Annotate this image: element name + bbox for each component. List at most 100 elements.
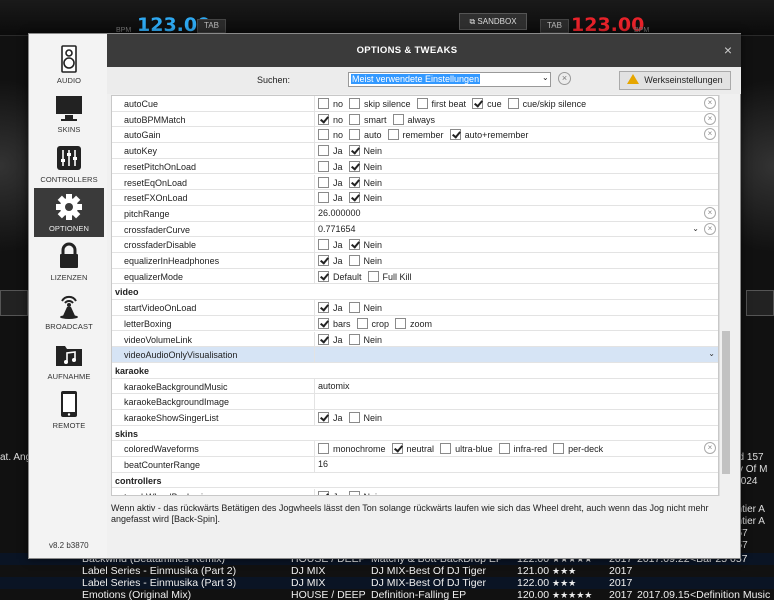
checkbox[interactable] xyxy=(318,270,329,282)
option-bars[interactable]: bars xyxy=(318,317,351,329)
sidebar-item-aufnahme[interactable]: AUFNAHME xyxy=(34,336,104,385)
setting-row[interactable]: coloredWaveforms monochrome neutral ultra-b… xyxy=(112,441,718,458)
left-tab-button[interactable]: TAB xyxy=(197,19,226,33)
setting-value[interactable]: Ja Nein xyxy=(318,145,388,157)
search-clear-icon[interactable]: × xyxy=(558,72,571,85)
sidebar-item-controllers[interactable]: CONTROLLERS xyxy=(34,139,104,188)
setting-value[interactable]: Ja Nein xyxy=(318,302,388,314)
setting-value[interactable]: no smart always xyxy=(318,113,441,125)
track-row[interactable]: Emotions (Original Mix) HOUSE / DEEP Defin… xyxy=(0,589,774,600)
checkbox[interactable] xyxy=(318,160,329,172)
checkbox[interactable] xyxy=(356,317,368,329)
sandbox-button[interactable]: ⧉ SANDBOX xyxy=(459,13,527,30)
option-monochrome[interactable]: monochrome xyxy=(318,443,386,455)
checkbox[interactable] xyxy=(395,317,407,329)
checkbox[interactable] xyxy=(348,160,360,172)
option-ja[interactable]: Ja xyxy=(318,176,343,188)
option-zoom[interactable]: zoom xyxy=(395,317,432,329)
left-deck-button[interactable] xyxy=(0,290,28,316)
reset-icon[interactable]: × xyxy=(704,97,716,109)
option-ja[interactable]: Ja xyxy=(318,412,343,423)
setting-row[interactable]: karaokeShowSingerList Ja Nein xyxy=(112,410,718,426)
option-ja[interactable]: Ja xyxy=(318,192,343,204)
option-cue[interactable]: cue xyxy=(472,98,502,109)
setting-row[interactable]: autoCue no skip silence first beat cue cue/sk… xyxy=(112,96,718,112)
setting-value[interactable]: no auto remember auto+remember xyxy=(318,129,534,141)
chevron-down-icon[interactable]: ⌄ xyxy=(708,349,715,358)
setting-value[interactable]: monochrome neutral ultra-blue infra-red per-… xyxy=(318,443,609,455)
close-icon[interactable]: × xyxy=(724,42,732,58)
option-skip-silence[interactable]: skip silence xyxy=(349,98,411,109)
checkbox[interactable] xyxy=(318,176,329,188)
checkbox[interactable] xyxy=(318,239,329,251)
checkbox[interactable] xyxy=(553,443,565,455)
setting-value[interactable]: Default Full Kill xyxy=(318,270,418,282)
setting-value[interactable]: Ja Nein xyxy=(318,160,388,172)
setting-value[interactable]: Ja Nein xyxy=(318,192,388,204)
option-per-deck[interactable]: per-deck xyxy=(553,443,603,455)
option-auto-remember[interactable]: auto+remember xyxy=(449,129,528,141)
setting-row[interactable]: pitchRange 26.000000 × xyxy=(112,205,718,222)
option-nein[interactable]: Nein xyxy=(348,255,382,266)
search-input[interactable]: Meist verwendete Einstellungen xyxy=(348,72,551,87)
option-crop[interactable]: crop xyxy=(356,317,389,329)
setting-row[interactable]: startVideoOnLoad Ja Nein xyxy=(112,300,718,316)
track-row[interactable]: Label Series - Einmusika (Part 2) DJ MIX D… xyxy=(0,565,774,577)
reset-icon[interactable]: × xyxy=(704,112,716,125)
sidebar-item-broadcast[interactable]: BROADCAST xyxy=(34,286,104,335)
option-no[interactable]: no xyxy=(318,129,343,141)
right-tab-button[interactable]: TAB xyxy=(540,19,569,33)
checkbox[interactable] xyxy=(348,302,360,314)
option-cue-skip-silence[interactable]: cue/skip silence xyxy=(507,98,586,109)
option-nein[interactable]: Nein xyxy=(348,239,382,251)
settings-scrollbar[interactable] xyxy=(719,95,731,496)
checkbox[interactable] xyxy=(348,412,360,423)
sidebar-item-lizenzen[interactable]: LIZENZEN xyxy=(34,237,104,286)
setting-row[interactable]: autoGain no auto remember auto+remember × xyxy=(112,127,718,144)
setting-row[interactable]: crossfaderCurve 0.771654 ⌄ × xyxy=(112,221,718,238)
option-no[interactable]: no xyxy=(318,98,343,109)
checkbox[interactable] xyxy=(416,98,428,109)
checkbox[interactable] xyxy=(348,239,360,251)
option-nein[interactable]: Nein xyxy=(348,145,382,157)
setting-value[interactable]: Ja Nein xyxy=(318,333,388,345)
sidebar-item-remote[interactable]: REMOTE xyxy=(34,385,104,434)
setting-row[interactable]: autoKey Ja Nein xyxy=(112,143,718,159)
checkbox[interactable] xyxy=(348,255,360,266)
option-ja[interactable]: Ja xyxy=(318,333,343,345)
checkbox[interactable] xyxy=(318,317,329,329)
option-nein[interactable]: Nein xyxy=(348,192,382,204)
setting-value[interactable]: Ja Nein xyxy=(318,239,388,251)
setting-row[interactable]: karaokeBackgroundImage xyxy=(112,394,718,410)
sidebar-item-audio[interactable]: AUDIO xyxy=(34,40,104,89)
checkbox[interactable] xyxy=(318,113,329,125)
checkbox[interactable] xyxy=(449,129,461,141)
option-nein[interactable]: Nein xyxy=(348,412,382,423)
reset-icon[interactable]: × xyxy=(704,222,716,235)
option-smart[interactable]: smart xyxy=(349,113,387,125)
checkbox[interactable] xyxy=(348,176,360,188)
setting-row[interactable]: letterBoxing bars crop zoom xyxy=(112,315,718,332)
checkbox[interactable] xyxy=(348,333,360,345)
option-default[interactable]: Default xyxy=(318,270,362,282)
checkbox[interactable] xyxy=(348,490,360,495)
checkbox[interactable] xyxy=(318,490,329,495)
option-infra-red[interactable]: infra-red xyxy=(498,443,547,455)
checkbox[interactable] xyxy=(318,145,329,157)
setting-value[interactable]: 16 xyxy=(318,459,328,469)
setting-value[interactable]: Ja Nein xyxy=(318,490,388,495)
setting-row[interactable]: equalizerInHeadphones Ja Nein xyxy=(112,253,718,269)
option-always[interactable]: always xyxy=(392,113,435,125)
setting-value[interactable]: Ja Nein xyxy=(318,176,388,188)
checkbox[interactable] xyxy=(472,98,484,109)
checkbox[interactable] xyxy=(318,302,329,314)
chevron-down-icon[interactable]: ⌄ xyxy=(692,224,699,233)
option-ja[interactable]: Ja xyxy=(318,145,343,157)
checkbox[interactable] xyxy=(349,129,361,141)
setting-row[interactable]: autoBPMMatch no smart always × xyxy=(112,111,718,128)
option-first-beat[interactable]: first beat xyxy=(416,98,466,109)
checkbox[interactable] xyxy=(318,443,329,455)
checkbox[interactable] xyxy=(348,192,360,204)
option-auto[interactable]: auto xyxy=(349,129,382,141)
option-nein[interactable]: Nein xyxy=(348,333,382,345)
